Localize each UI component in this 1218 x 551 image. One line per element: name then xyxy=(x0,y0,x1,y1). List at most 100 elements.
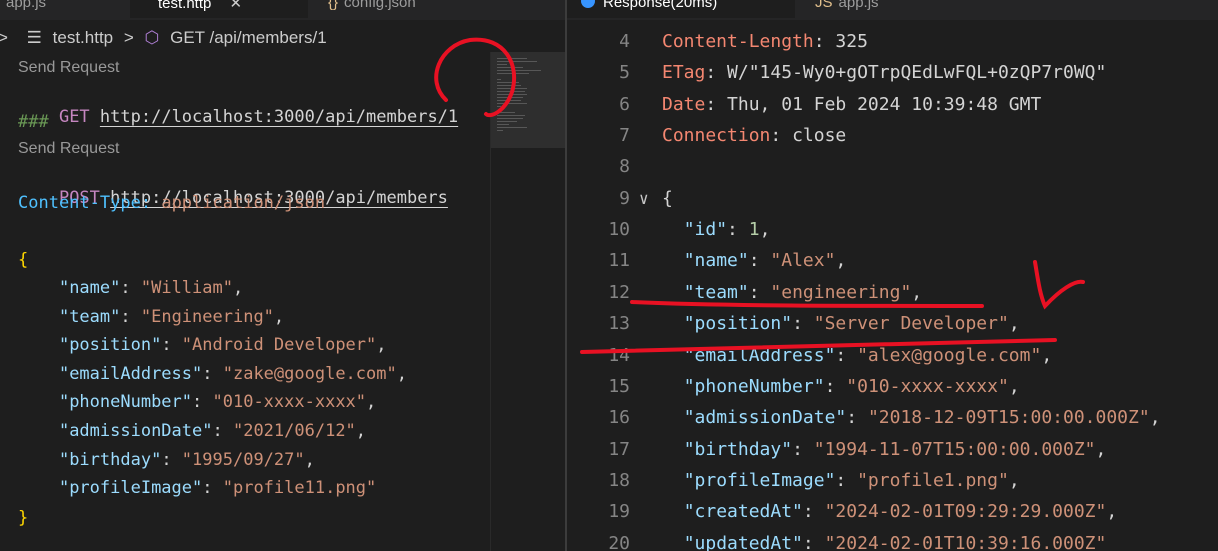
json-comma: , xyxy=(366,392,377,413)
json-value: "2018-12-09T15:00:00.000Z" xyxy=(867,407,1150,429)
minimap-line xyxy=(497,58,527,59)
minimap-line xyxy=(497,127,527,128)
line-number: 5 xyxy=(619,62,630,84)
body-line: "admissionDate": "2021/06/12", xyxy=(58,421,367,441)
line-number: 14 xyxy=(608,344,630,366)
editor-pane-left: app.js test.http ✕ {} config.json > ☰ tes… xyxy=(0,0,565,551)
editor-tab-bar: app.js test.http ✕ {} config.json xyxy=(0,0,565,20)
minimap-line xyxy=(497,88,527,89)
json-value: "engineering" xyxy=(770,281,912,303)
menu-lines-icon: ☰ xyxy=(26,28,42,47)
response-pane: Response(20ms) JS app.js 4 Content-Length:… xyxy=(567,0,1218,551)
js-file-icon: JS xyxy=(815,0,833,11)
tab-label: test.http xyxy=(158,0,212,12)
minimap-line xyxy=(497,61,537,62)
json-key: "profileImage" xyxy=(58,478,203,499)
response-dot-icon xyxy=(581,0,595,8)
json-braces-icon: {} xyxy=(328,0,339,11)
response-header-line: 4 Content-Length: 325 xyxy=(567,26,1218,57)
breadcrumb-symbol[interactable]: GET /api/members/1 xyxy=(170,28,327,47)
json-value: "Server Developer" xyxy=(813,313,1009,335)
json-open-line: 9 ∨ { xyxy=(567,183,1218,214)
header-value: 325 xyxy=(835,31,868,52)
tab-label: Response(20ms) xyxy=(603,0,718,11)
minimap[interactable] xyxy=(490,52,565,551)
line-number: 17 xyxy=(608,438,630,460)
breadcrumb-file[interactable]: test.http xyxy=(53,28,113,47)
minimap-line xyxy=(497,79,501,80)
body-open-brace: { xyxy=(18,250,29,270)
header-value: close xyxy=(792,125,847,147)
json-key: "admissionDate" xyxy=(58,421,213,441)
json-comma: , xyxy=(273,306,285,327)
header-value: Thu, 01 Feb 2024 10:39:48 GMT xyxy=(727,93,1042,115)
chevron-down-icon[interactable]: ∨ xyxy=(639,183,649,214)
response-json-line: 13 "position": "Server Developer", xyxy=(567,308,1218,339)
response-json-line: 10 "id": 1, xyxy=(567,214,1218,245)
response-json-line: 18 "profileImage": "profile1.png", xyxy=(567,465,1218,496)
json-value: "1995/09/27" xyxy=(181,449,305,470)
minimap-line xyxy=(497,85,521,86)
json-comma: , xyxy=(911,281,923,303)
json-key: "phoneNumber" xyxy=(683,375,825,397)
minimap-line xyxy=(497,112,515,113)
minimap-line xyxy=(497,115,525,116)
header-name: Content-Type xyxy=(18,193,141,213)
minimap-line xyxy=(497,106,501,107)
close-icon[interactable]: ✕ xyxy=(230,0,243,12)
json-value: 1 xyxy=(748,219,760,241)
tab-response[interactable]: Response(20ms) xyxy=(567,0,795,18)
request-url[interactable]: http://localhost:3000/api/members/1 xyxy=(100,107,458,127)
line-number: 19 xyxy=(608,501,630,523)
body-line: "profileImage": "profile11.png" xyxy=(58,478,377,499)
json-comma: , xyxy=(304,449,315,470)
line-number: 13 xyxy=(608,313,630,335)
json-key: "birthday" xyxy=(58,449,162,470)
json-value: "010-xxxx-xxxx" xyxy=(212,392,367,413)
response-header-line: 6 Date: Thu, 01 Feb 2024 10:39:48 GMT xyxy=(567,89,1218,120)
send-request-link[interactable]: Send Request xyxy=(18,140,119,158)
request-line-get: GET http://localhost:3000/api/members/1 xyxy=(18,81,458,127)
json-key: "createdAt" xyxy=(683,501,803,523)
json-value: "profile1.png" xyxy=(857,469,1009,491)
json-value: "profile11.png" xyxy=(222,478,377,499)
json-key: "emailAddress" xyxy=(683,344,836,366)
response-header-line: 5 ETag: W/"145-Wy0+gOTrpQEdLwFQL+0zQP7r0W… xyxy=(567,57,1218,88)
minimap-line xyxy=(497,118,523,119)
tab-app-js[interactable]: app.js xyxy=(6,0,46,18)
json-comma: , xyxy=(1149,407,1161,429)
header-colon: : xyxy=(140,193,152,213)
tab-test-http[interactable]: test.http ✕ xyxy=(130,0,308,18)
tab-app-js-right[interactable]: JS app.js xyxy=(815,0,879,18)
line-number: 18 xyxy=(608,469,630,491)
json-key: "admissionDate" xyxy=(683,407,847,429)
tab-label: app.js xyxy=(6,0,47,11)
line-number: 20 xyxy=(608,532,630,551)
json-value: "Engineering" xyxy=(140,306,274,327)
json-value: "1994-11-07T15:00:00.000Z" xyxy=(813,438,1096,460)
minimap-line xyxy=(497,121,517,122)
send-request-link[interactable]: Send Request xyxy=(18,59,119,77)
minimap-line xyxy=(497,103,527,104)
json-comma: , xyxy=(355,421,367,441)
json-key: "name" xyxy=(683,250,749,272)
json-value: "Android Developer" xyxy=(181,335,377,356)
minimap-line xyxy=(497,124,509,125)
json-key: "birthday" xyxy=(683,438,793,460)
line-number: 11 xyxy=(608,250,630,272)
cube-icon: ⬡ xyxy=(144,28,160,47)
json-key: "position" xyxy=(683,313,793,335)
minimap-line xyxy=(497,91,525,92)
tab-config-json[interactable]: {} config.json xyxy=(328,0,416,18)
header-name: Connection xyxy=(662,125,771,147)
response-tab-bar: Response(20ms) JS app.js xyxy=(567,0,1218,20)
json-comma: , xyxy=(1095,438,1107,460)
request-separator: ### xyxy=(18,112,49,132)
line-number: 6 xyxy=(619,93,630,115)
minimap-line xyxy=(497,67,523,68)
json-open-brace: { xyxy=(662,187,673,209)
body-line: "emailAddress": "zake@google.com", xyxy=(58,363,407,384)
blank-line: 8 xyxy=(567,151,1218,182)
response-json-line: 19 "createdAt": "2024-02-01T09:29:29.000… xyxy=(567,496,1218,527)
json-value: "alex@google.com" xyxy=(857,344,1042,366)
